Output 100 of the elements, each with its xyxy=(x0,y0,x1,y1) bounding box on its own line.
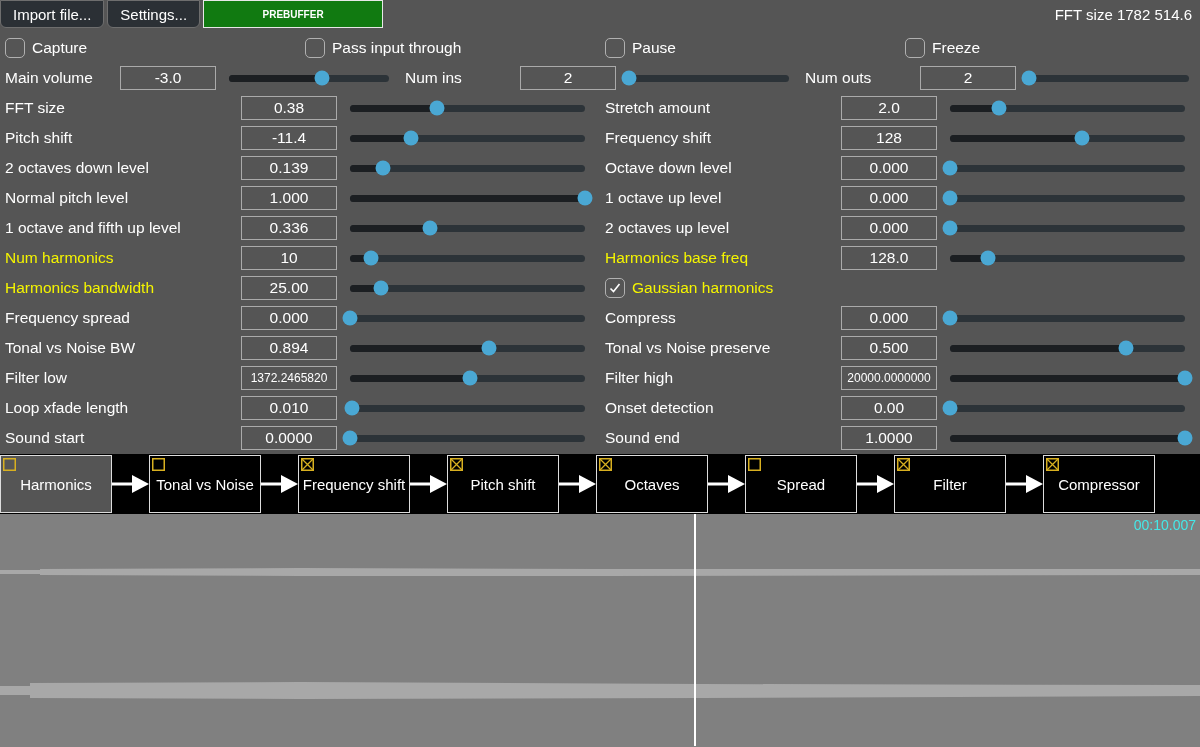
fft-info: FFT size 1782 514.6 xyxy=(1054,5,1193,23)
slider-thumb[interactable] xyxy=(942,190,958,206)
slider-thumb[interactable] xyxy=(462,370,478,386)
value-field[interactable]: 0.000 xyxy=(841,186,937,210)
value-field[interactable]: 1372.2465820 xyxy=(241,366,337,390)
effect-module[interactable]: Compressor xyxy=(1043,455,1155,513)
checkbox-label: Capture xyxy=(32,39,88,57)
value-field[interactable]: 0.010 xyxy=(241,396,337,420)
effect-module[interactable]: Octaves xyxy=(596,455,708,513)
effect-module[interactable]: Spread xyxy=(745,455,857,513)
enable-checkbox[interactable] xyxy=(1046,458,1059,471)
slider-thumb[interactable] xyxy=(1118,340,1134,356)
value-field[interactable]: -3.0 xyxy=(120,66,216,90)
value-field[interactable]: 128 xyxy=(841,126,937,150)
parameter-label: Num ins xyxy=(405,69,463,87)
playhead[interactable] xyxy=(693,514,696,746)
value-field[interactable]: 0.000 xyxy=(241,306,337,330)
toolbar-button[interactable]: Settings... xyxy=(107,0,201,28)
value-field[interactable]: 2 xyxy=(520,66,616,90)
parameter-label: Frequency spread xyxy=(5,309,131,327)
parameter-label: Loop xfade length xyxy=(5,399,130,417)
parameter-label: 1 octave and fifth up level xyxy=(5,219,182,237)
enable-checkbox[interactable] xyxy=(897,458,910,471)
slider-thumb[interactable] xyxy=(373,280,389,296)
arrow-icon xyxy=(1006,474,1043,494)
slider-thumb[interactable] xyxy=(422,220,438,236)
value-field[interactable]: 10 xyxy=(241,246,337,270)
value-field[interactable]: 25.00 xyxy=(241,276,337,300)
checkbox[interactable] xyxy=(605,38,625,58)
slider-thumb[interactable] xyxy=(363,250,379,266)
value-field[interactable]: 2 xyxy=(920,66,1016,90)
arrow-icon xyxy=(559,474,596,494)
status-button[interactable]: PREBUFFER xyxy=(203,0,384,28)
parameter-label: FFT size xyxy=(5,99,66,117)
slider-thumb[interactable] xyxy=(577,190,593,206)
checkbox-label: Freeze xyxy=(932,39,981,57)
value-field[interactable]: 0.00 xyxy=(841,396,937,420)
value-field[interactable]: 0.000 xyxy=(841,216,937,240)
enable-checkbox[interactable] xyxy=(450,458,463,471)
slider-thumb[interactable] xyxy=(1177,430,1193,446)
parameter-label: Filter high xyxy=(605,369,675,387)
slider-thumb[interactable] xyxy=(375,160,391,176)
slider-thumb[interactable] xyxy=(942,310,958,326)
value-field[interactable]: 2.0 xyxy=(841,96,937,120)
value-field[interactable]: -11.4 xyxy=(241,126,337,150)
value-field[interactable]: 1.0000 xyxy=(841,426,937,450)
slider-thumb[interactable] xyxy=(942,400,958,416)
value-field[interactable]: 0.894 xyxy=(241,336,337,360)
parameter-label: Harmonics bandwidth xyxy=(5,279,156,297)
slider-thumb[interactable] xyxy=(1074,130,1090,146)
effect-module[interactable]: Frequency shift xyxy=(298,455,410,513)
slider-thumb[interactable] xyxy=(342,310,358,326)
checkbox[interactable] xyxy=(5,38,25,58)
value-field[interactable]: 1.000 xyxy=(241,186,337,210)
slider-thumb[interactable] xyxy=(991,100,1007,116)
slider-thumb[interactable] xyxy=(344,400,360,416)
value-field[interactable]: 0.500 xyxy=(841,336,937,360)
slider-thumb[interactable] xyxy=(942,220,958,236)
parameter-label: 2 octaves down level xyxy=(5,159,150,177)
toolbar-button[interactable]: Import file... xyxy=(0,0,105,28)
arrow-icon xyxy=(410,474,447,494)
enable-checkbox[interactable] xyxy=(3,458,16,471)
value-field[interactable]: 0.38 xyxy=(241,96,337,120)
checkbox[interactable] xyxy=(305,38,325,58)
value-field[interactable]: 0.0000 xyxy=(241,426,337,450)
slider-thumb[interactable] xyxy=(403,130,419,146)
effect-module[interactable]: Harmonics xyxy=(0,455,112,513)
slider-thumb[interactable] xyxy=(1177,370,1193,386)
value-field[interactable]: 0.139 xyxy=(241,156,337,180)
value-field[interactable]: 128.0 xyxy=(841,246,937,270)
value-field[interactable]: 0.000 xyxy=(841,156,937,180)
parameter-label: Onset detection xyxy=(605,399,715,417)
effect-module[interactable]: Pitch shift xyxy=(447,455,559,513)
checkbox[interactable] xyxy=(905,38,925,58)
enable-checkbox[interactable] xyxy=(599,458,612,471)
effect-module[interactable]: Tonal vs Noise xyxy=(149,455,261,513)
enable-checkbox[interactable] xyxy=(748,458,761,471)
time-readout: 00:10.007 xyxy=(1133,517,1196,533)
enable-checkbox[interactable] xyxy=(301,458,314,471)
slider-thumb[interactable] xyxy=(980,250,996,266)
effect-module[interactable]: Filter xyxy=(894,455,1006,513)
parameter-label: Frequency shift xyxy=(605,129,712,147)
slider-thumb[interactable] xyxy=(429,100,445,116)
parameter-label: Stretch amount xyxy=(605,99,712,117)
value-field[interactable]: 0.000 xyxy=(841,306,937,330)
slider-thumb[interactable] xyxy=(942,160,958,176)
parameter-label: Harmonics base freq xyxy=(605,249,749,267)
slider-thumb[interactable] xyxy=(342,430,358,446)
checkbox-label: Pause xyxy=(632,39,676,57)
checkbox[interactable] xyxy=(605,278,625,298)
arrow-icon xyxy=(708,474,745,494)
slider-thumb[interactable] xyxy=(481,340,497,356)
slider-thumb[interactable] xyxy=(314,70,330,86)
arrow-icon xyxy=(857,474,894,494)
value-field[interactable]: 20000.0000000 xyxy=(841,366,937,390)
parameter-label: Octave down level xyxy=(605,159,733,177)
slider-thumb[interactable] xyxy=(621,70,637,86)
slider-thumb[interactable] xyxy=(1021,70,1037,86)
value-field[interactable]: 0.336 xyxy=(241,216,337,240)
enable-checkbox[interactable] xyxy=(152,458,165,471)
